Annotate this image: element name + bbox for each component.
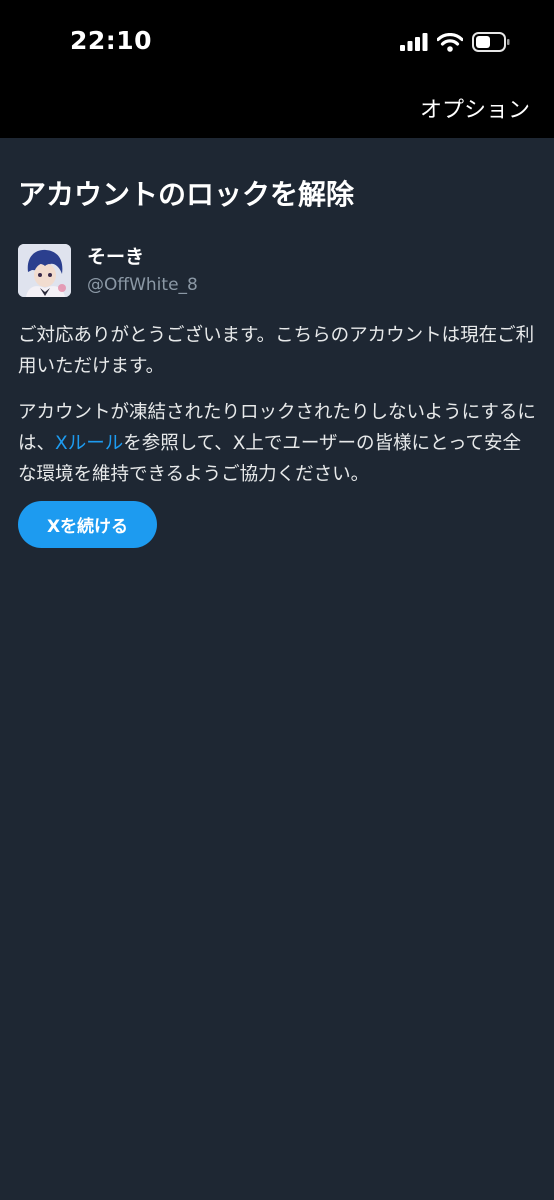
cellular-signal-icon [400,33,428,51]
options-link[interactable]: オプション [420,92,530,124]
account-text: そーき @OffWhite_8 [87,245,198,297]
status-icons [400,30,510,54]
page-title: アカウントのロックを解除 [18,178,355,211]
display-name: そーき [87,245,145,268]
account-handle: @OffWhite_8 [87,274,198,295]
account-info: そーき @OffWhite_8 [18,244,198,297]
thank-you-message: ご対応ありがとうございます。こちらのアカウントは現在ご利用いただけます。 [18,325,535,377]
status-time: 22:10 [70,26,153,55]
continue-to-x-button[interactable]: Xを続ける [18,501,157,548]
wifi-icon [437,32,463,52]
avatar-image [18,244,71,297]
main-content: アカウントのロックを解除 そーき @OffWhite_8 ご対応ありがとうござい… [18,176,538,548]
avatar [18,244,71,297]
rules-message: アカウントが凍結されたりロックされたりしないようにするには、Xルールを参照して、… [18,397,538,490]
top-bar: 22:10 オプション [0,0,554,138]
battery-icon [472,32,510,52]
x-rules-link[interactable]: Xルール [55,433,123,454]
